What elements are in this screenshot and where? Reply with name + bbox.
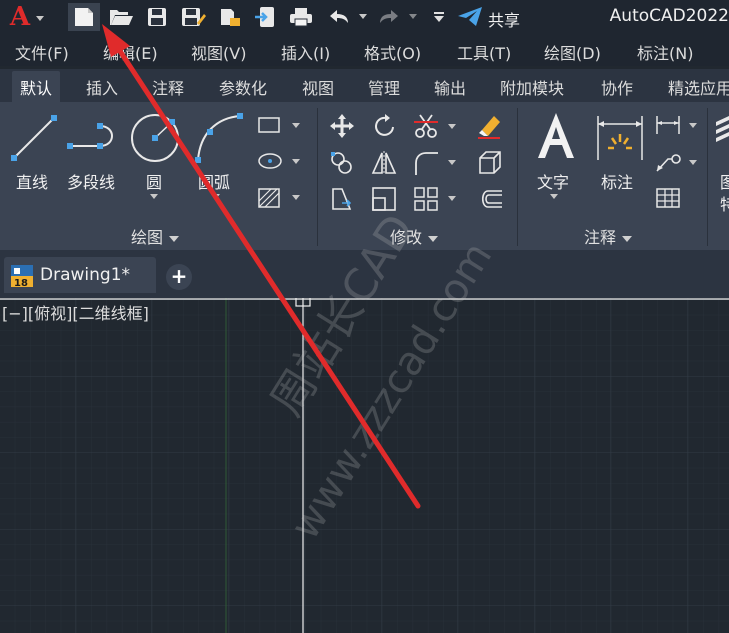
annotation-panel-title[interactable]: 注释 <box>584 224 633 248</box>
save-icon[interactable] <box>143 3 171 31</box>
customize-dropdown-icon[interactable] <box>428 3 450 31</box>
stretch-icon[interactable] <box>328 185 356 213</box>
tab-output[interactable]: 输出 <box>434 75 466 99</box>
new-file-icon[interactable] <box>68 3 100 31</box>
tab-collaborate[interactable]: 协作 <box>601 75 633 99</box>
text-dropdown-icon[interactable] <box>550 194 558 199</box>
move-icon[interactable] <box>328 112 356 140</box>
circle-dropdown-icon[interactable] <box>150 194 158 199</box>
dwg-file-icon: 18 <box>11 265 33 288</box>
fillet-icon[interactable] <box>412 149 440 177</box>
arc-icon[interactable] <box>192 110 248 166</box>
document-tab[interactable]: 18 Drawing1* <box>4 257 156 293</box>
menu-file[interactable]: 文件(F) <box>15 40 69 64</box>
share-icon[interactable] <box>456 3 484 31</box>
tab-view[interactable]: 视图 <box>302 75 334 99</box>
modify-panel-expand-icon[interactable] <box>428 235 439 242</box>
trim-icon[interactable] <box>412 112 440 140</box>
offset-icon[interactable] <box>476 185 504 213</box>
polyline-icon[interactable] <box>66 112 122 164</box>
viewport-controls-label[interactable]: [−][俯视][二维线框] <box>2 300 149 324</box>
ellipse-icon[interactable] <box>256 150 284 172</box>
menu-tools[interactable]: 工具(T) <box>457 40 511 64</box>
new-tab-button[interactable]: + <box>166 264 192 290</box>
tab-annotate[interactable]: 注释 <box>152 75 184 99</box>
leader-icon[interactable] <box>654 150 682 174</box>
tab-manage[interactable]: 管理 <box>368 75 400 99</box>
ellipse-dropdown-icon[interactable] <box>292 159 300 164</box>
leader-dropdown-icon[interactable] <box>689 160 697 165</box>
dimension-label[interactable]: 标注 <box>601 169 633 193</box>
undo-icon[interactable] <box>324 3 354 31</box>
menu-draw[interactable]: 绘图(D) <box>544 40 601 64</box>
panel-divider <box>517 108 518 246</box>
annotation-panel-title-text: 注释 <box>584 228 617 247</box>
svg-text:18: 18 <box>14 278 28 288</box>
3d-box-icon[interactable] <box>476 149 504 177</box>
rotate-icon[interactable] <box>372 112 398 140</box>
menu-view[interactable]: 视图(V) <box>191 40 246 64</box>
title-bar: A 共享 AutoCAD2022 <box>0 0 729 34</box>
array-dropdown-icon[interactable] <box>448 196 456 201</box>
panel-divider <box>317 108 318 246</box>
arc-dropdown-icon[interactable] <box>212 194 220 199</box>
menu-insert[interactable]: 插入(I) <box>281 40 330 64</box>
tab-parametric[interactable]: 参数化 <box>219 75 267 99</box>
mirror-icon[interactable] <box>370 149 398 177</box>
hatch-icon[interactable] <box>256 186 282 210</box>
panel-divider <box>707 108 708 246</box>
menu-edit[interactable]: 编辑(E) <box>103 40 158 64</box>
app-title: AutoCAD2022 <box>609 6 729 26</box>
layer-properties-label-2[interactable]: 特 <box>720 191 729 215</box>
copy-icon[interactable] <box>328 149 356 177</box>
circle-label[interactable]: 圆 <box>146 169 162 193</box>
erase-icon[interactable] <box>474 110 504 140</box>
menu-format[interactable]: 格式(O) <box>364 40 421 64</box>
circle-icon[interactable] <box>128 110 184 166</box>
line-label[interactable]: 直线 <box>16 169 48 193</box>
export-icon[interactable] <box>252 3 278 31</box>
text-icon[interactable] <box>534 110 578 162</box>
menu-dimension[interactable]: 标注(N) <box>637 40 693 64</box>
tab-addins[interactable]: 附加模块 <box>500 75 564 99</box>
linear-dimension-icon[interactable] <box>654 114 682 136</box>
autocad-logo-icon[interactable]: A <box>4 3 50 31</box>
tab-insert[interactable]: 插入 <box>86 75 118 99</box>
undo-dropdown-icon[interactable] <box>359 14 367 19</box>
rectangle-dropdown-icon[interactable] <box>292 123 300 128</box>
share-label[interactable]: 共享 <box>488 7 520 31</box>
layer-properties-icon[interactable] <box>714 112 729 152</box>
trim-dropdown-icon[interactable] <box>448 124 456 129</box>
text-label[interactable]: 文字 <box>537 169 569 193</box>
polyline-label[interactable]: 多段线 <box>67 169 115 193</box>
hatch-dropdown-icon[interactable] <box>292 195 300 200</box>
print-icon[interactable] <box>286 3 316 31</box>
open-file-icon[interactable] <box>106 3 136 31</box>
document-tab-label[interactable]: Drawing1* <box>40 265 130 285</box>
menu-bar: 文件(F) 编辑(E) 视图(V) 插入(I) 格式(O) 工具(T) 绘图(D… <box>0 34 729 66</box>
redo-dropdown-icon[interactable] <box>409 14 417 19</box>
annotation-panel-expand-icon[interactable] <box>622 235 633 242</box>
table-icon[interactable] <box>654 186 682 210</box>
tab-featured-apps[interactable]: 精选应用 <box>668 75 729 99</box>
dimension-icon[interactable] <box>594 112 646 162</box>
draw-panel-title-text: 绘图 <box>131 228 164 247</box>
fillet-dropdown-icon[interactable] <box>448 160 456 165</box>
draw-panel-title[interactable]: 绘图 <box>131 224 180 248</box>
linear-dimension-dropdown-icon[interactable] <box>689 123 697 128</box>
tab-default[interactable]: 默认 <box>12 71 61 105</box>
ribbon-tab-bar: 默认 插入 注释 参数化 视图 管理 输出 附加模块 协作 精选应用 <box>0 69 729 105</box>
layer-properties-label[interactable]: 图 <box>720 169 729 193</box>
save-as-icon[interactable] <box>178 3 208 31</box>
rectangle-icon[interactable] <box>256 114 282 136</box>
arc-label[interactable]: 圆弧 <box>198 169 230 193</box>
open-web-icon[interactable] <box>216 3 244 31</box>
line-icon[interactable] <box>8 112 60 164</box>
redo-icon[interactable] <box>374 3 404 31</box>
array-icon[interactable] <box>412 185 440 213</box>
draw-panel-expand-icon[interactable] <box>169 235 180 242</box>
